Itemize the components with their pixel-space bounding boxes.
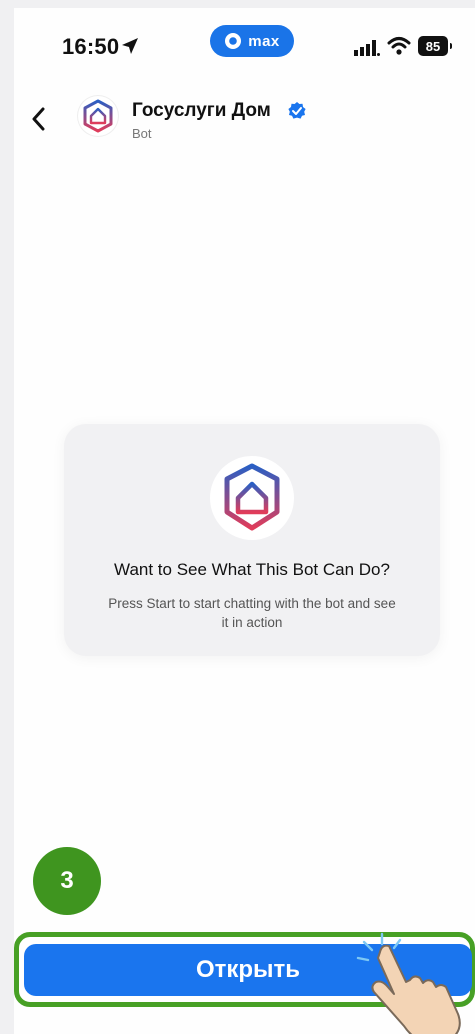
max-app-pill[interactable]: max xyxy=(210,25,294,57)
chat-header: Госуслуги Дом Bot xyxy=(14,86,475,156)
wifi-icon xyxy=(387,37,411,55)
card-title: Want to See What This Bot Can Do? xyxy=(114,560,390,579)
bot-name[interactable]: Госуслуги Дом xyxy=(132,100,271,122)
step-number-badge: 3 xyxy=(33,847,101,915)
bot-intro-card: Want to See What This Bot Can Do? Press … xyxy=(64,424,440,656)
max-pill-label: max xyxy=(248,32,280,50)
location-arrow-icon xyxy=(122,38,138,54)
bot-avatar[interactable] xyxy=(78,96,118,136)
status-bar: 16:50 max 85 xyxy=(14,8,475,78)
phone-screen: 16:50 max 85 Госуслуги Дом Bot Want to S… xyxy=(14,8,475,1034)
card-description: Press Start to start chatting with the b… xyxy=(108,596,396,630)
pointing-hand-icon xyxy=(356,932,461,1034)
battery-icon: 85 xyxy=(418,36,452,56)
verified-badge-icon xyxy=(288,102,306,119)
battery-level: 85 xyxy=(425,38,441,54)
back-chevron-icon[interactable] xyxy=(28,104,50,134)
max-logo-icon xyxy=(225,33,242,49)
status-time: 16:50 xyxy=(62,34,120,59)
bot-logo xyxy=(210,456,294,540)
house-logo-icon xyxy=(83,99,113,133)
signal-icon xyxy=(354,40,380,56)
house-logo-icon xyxy=(224,463,280,531)
bot-subtitle: Bot xyxy=(132,126,152,141)
